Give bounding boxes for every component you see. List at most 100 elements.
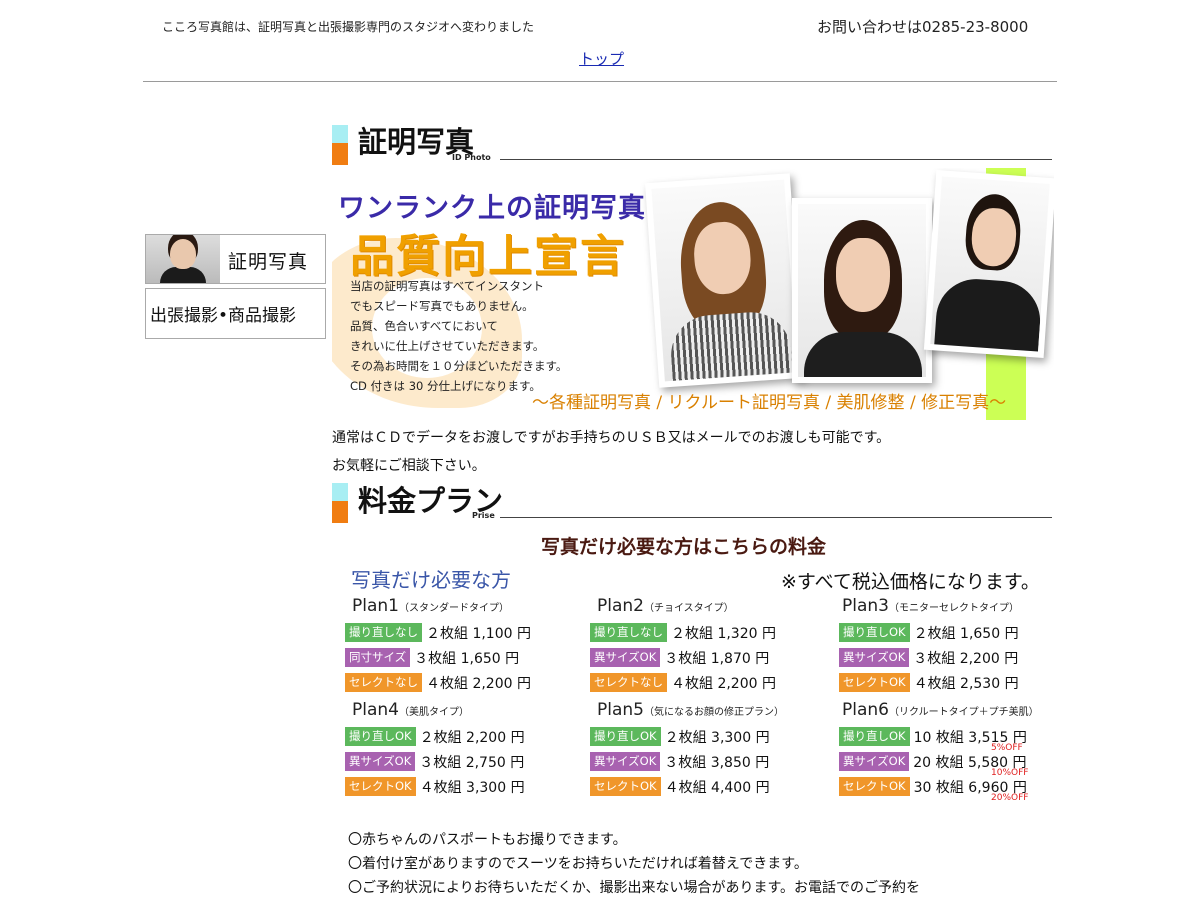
price-row: 異サイズOK ３枚組 3,850 円 [590,751,769,771]
option-badge: セレクトなし [590,673,667,692]
info-bullet: 〇着付け室がありますのでスーツをお持ちいただければ着替えできます。 [348,856,808,872]
option-badge: セレクトOK [839,673,910,692]
plan-type: （スタンダードタイプ） [398,603,509,614]
banner-desc-line: 当店の証明写真はすべてインスタント [350,279,545,293]
header-divider [143,81,1057,82]
option-badge: セレクトOK [345,777,416,796]
section-rule [500,517,1052,518]
sidebar-item-label: 出張撮影•商品撮影 [150,306,297,326]
price-value: ４枚組 3,300 円 [419,779,525,796]
banner-footer: ～各種証明写真 / リクルート証明写真 / 美肌修整 / 修正写真～ [532,393,1007,413]
plan-title: Plan4（美肌タイプ） [352,700,469,720]
sample-portrait [645,173,804,388]
option-badge: セレクトOK [839,777,910,796]
delivery-note: 通常はＣＤでデータをお渡しですがお手持ちのＵＳＢ又はメールでのお渡しも可能です。 [332,430,891,446]
discount-label: 20%OFF [991,793,1029,803]
banner-headline: 品質向上宣言 [350,231,626,282]
price-row: 撮り直しOK ２枚組 1,650 円 [839,622,1019,642]
price-row: セレクトOK ４枚組 3,300 円 [345,776,525,796]
price-value: ４枚組 2,530 円 [913,675,1019,692]
price-value: ２枚組 1,100 円 [426,625,531,642]
option-badge: 異サイズOK [590,752,661,771]
option-badge: 異サイズOK [590,648,661,667]
price-row: 撮り直しOK ２枚組 2,200 円 [345,726,525,746]
price-row: セレクトなし ４枚組 2,200 円 [345,672,531,692]
section-subtitle-pricing: Prise [472,511,495,520]
sample-portrait [792,198,932,383]
option-badge: 同寸サイズ [345,648,411,667]
plan-title: Plan6（リクルートタイプ＋プチ美肌） [842,700,1039,720]
plan-type: （美肌タイプ） [398,707,469,718]
price-value: ３枚組 3,850 円 [664,754,770,771]
section-subtitle-id-photo: ID Photo [452,153,491,162]
plan-type: （リクルートタイプ＋プチ美肌） [888,707,1039,718]
sample-portrait [923,170,1054,358]
price-value: ４枚組 2,200 円 [426,675,531,692]
price-value: ３枚組 1,870 円 [664,650,770,667]
plan-name: Plan6 [842,700,889,720]
plan-type: （チョイスタイプ） [643,603,734,614]
option-badge: セレクトなし [345,673,422,692]
price-row: 異サイズOK ３枚組 2,750 円 [345,751,524,771]
price-value: ４枚組 4,400 円 [664,779,770,796]
price-value: ３枚組 2,200 円 [913,650,1019,667]
sidebar-item-id-photo[interactable]: 証明写真 [145,234,326,284]
price-row: セレクトOK ４枚組 2,530 円 [839,672,1019,692]
price-value: ４枚組 2,200 円 [671,675,776,692]
id-photo-banner: ワンランク上の証明写真 品質向上宣言 当店の証明写真はすべてインスタント でもス… [332,168,1054,420]
option-badge: 異サイズOK [839,752,910,771]
site-tagline: こころ写真館は、証明写真と出張撮影専門のスタジオへ変わりました [162,20,535,34]
plan-title: Plan1（スタンダードタイプ） [352,596,509,616]
contact-phone: お問い合わせは0285-23-8000 [817,18,1029,36]
price-value: ２枚組 2,200 円 [419,729,525,746]
price-row: 異サイズOK ３枚組 1,870 円 [590,647,769,667]
sidebar-item-outdoor-shooting[interactable]: 出張撮影•商品撮影 [145,288,326,339]
section-marker [332,125,348,165]
price-row: 異サイズOK ３枚組 2,200 円 [839,647,1018,667]
option-badge: 撮り直しなし [345,623,422,642]
price-value: ２枚組 3,300 円 [664,729,770,746]
plan-title: Plan3（モニターセレクトタイプ） [842,596,1019,616]
plan-name: Plan3 [842,596,889,616]
banner-desc-line: 品質、色合いすべてにおいて [350,319,498,333]
price-row: 同寸サイズ ３枚組 1,650 円 [345,647,519,667]
option-badge: 撮り直しOK [590,727,661,746]
plan-type: （モニターセレクトタイプ） [888,603,1019,614]
pricing-heading: 写真だけ必要な方はこちらの料金 [541,536,827,558]
option-badge: 異サイズOK [345,752,416,771]
top-link[interactable]: トップ [579,48,624,69]
option-badge: 撮り直しなし [590,623,667,642]
info-bullet: 〇赤ちゃんのパスポートもお撮りできます。 [348,832,627,848]
tax-note: ※すべて税込価格になります。 [781,571,1040,593]
section-marker [332,483,348,523]
section-rule [500,159,1052,160]
price-row: 撮り直しなし ２枚組 1,100 円 [345,622,531,642]
banner-desc-line: でもスピード写真でもありません。 [350,299,534,313]
banner-desc-line: その為お時間を１０分ほどいただきます。 [350,359,568,373]
price-value: ２枚組 1,320 円 [671,625,776,642]
price-row: セレクトOK ４枚組 4,400 円 [590,776,770,796]
plan-title: Plan2（チョイスタイプ） [597,596,734,616]
sidebar-item-label: 証明写真 [228,251,309,273]
option-badge: 異サイズOK [839,648,910,667]
price-row: 撮り直しなし ２枚組 1,320 円 [590,622,776,642]
price-value: ３枚組 1,650 円 [414,650,520,667]
plan-type: （気になるお顔の修正プラン） [643,707,784,718]
price-value: ３枚組 2,750 円 [419,754,525,771]
pricing-subheading: 写真だけ必要な方 [351,568,511,592]
banner-desc-line: きれいに仕上げさせていただきます。 [350,339,545,353]
plan-name: Plan2 [597,596,644,616]
price-row: セレクトなし ４枚組 2,200 円 [590,672,776,692]
option-badge: 撮り直しOK [839,727,910,746]
sidebar-thumbnail [146,235,220,283]
banner-description: 当店の証明写真はすべてインスタント でもスピード写真でもありません。 品質、色合… [350,276,600,396]
plan-name: Plan5 [597,700,644,720]
option-badge: セレクトOK [590,777,661,796]
option-badge: 撮り直しOK [345,727,416,746]
price-value: ２枚組 1,650 円 [913,625,1019,642]
consult-note: お気軽にご相談下さい。 [332,458,486,474]
info-bullet: 〇ご予約状況によりお待ちいただくか、撮影出来ない場合があります。お電話でのご予約… [348,880,921,896]
option-badge: 撮り直しOK [839,623,910,642]
plan-title: Plan5（気になるお顔の修正プラン） [597,700,784,720]
plan-name: Plan1 [352,596,399,616]
